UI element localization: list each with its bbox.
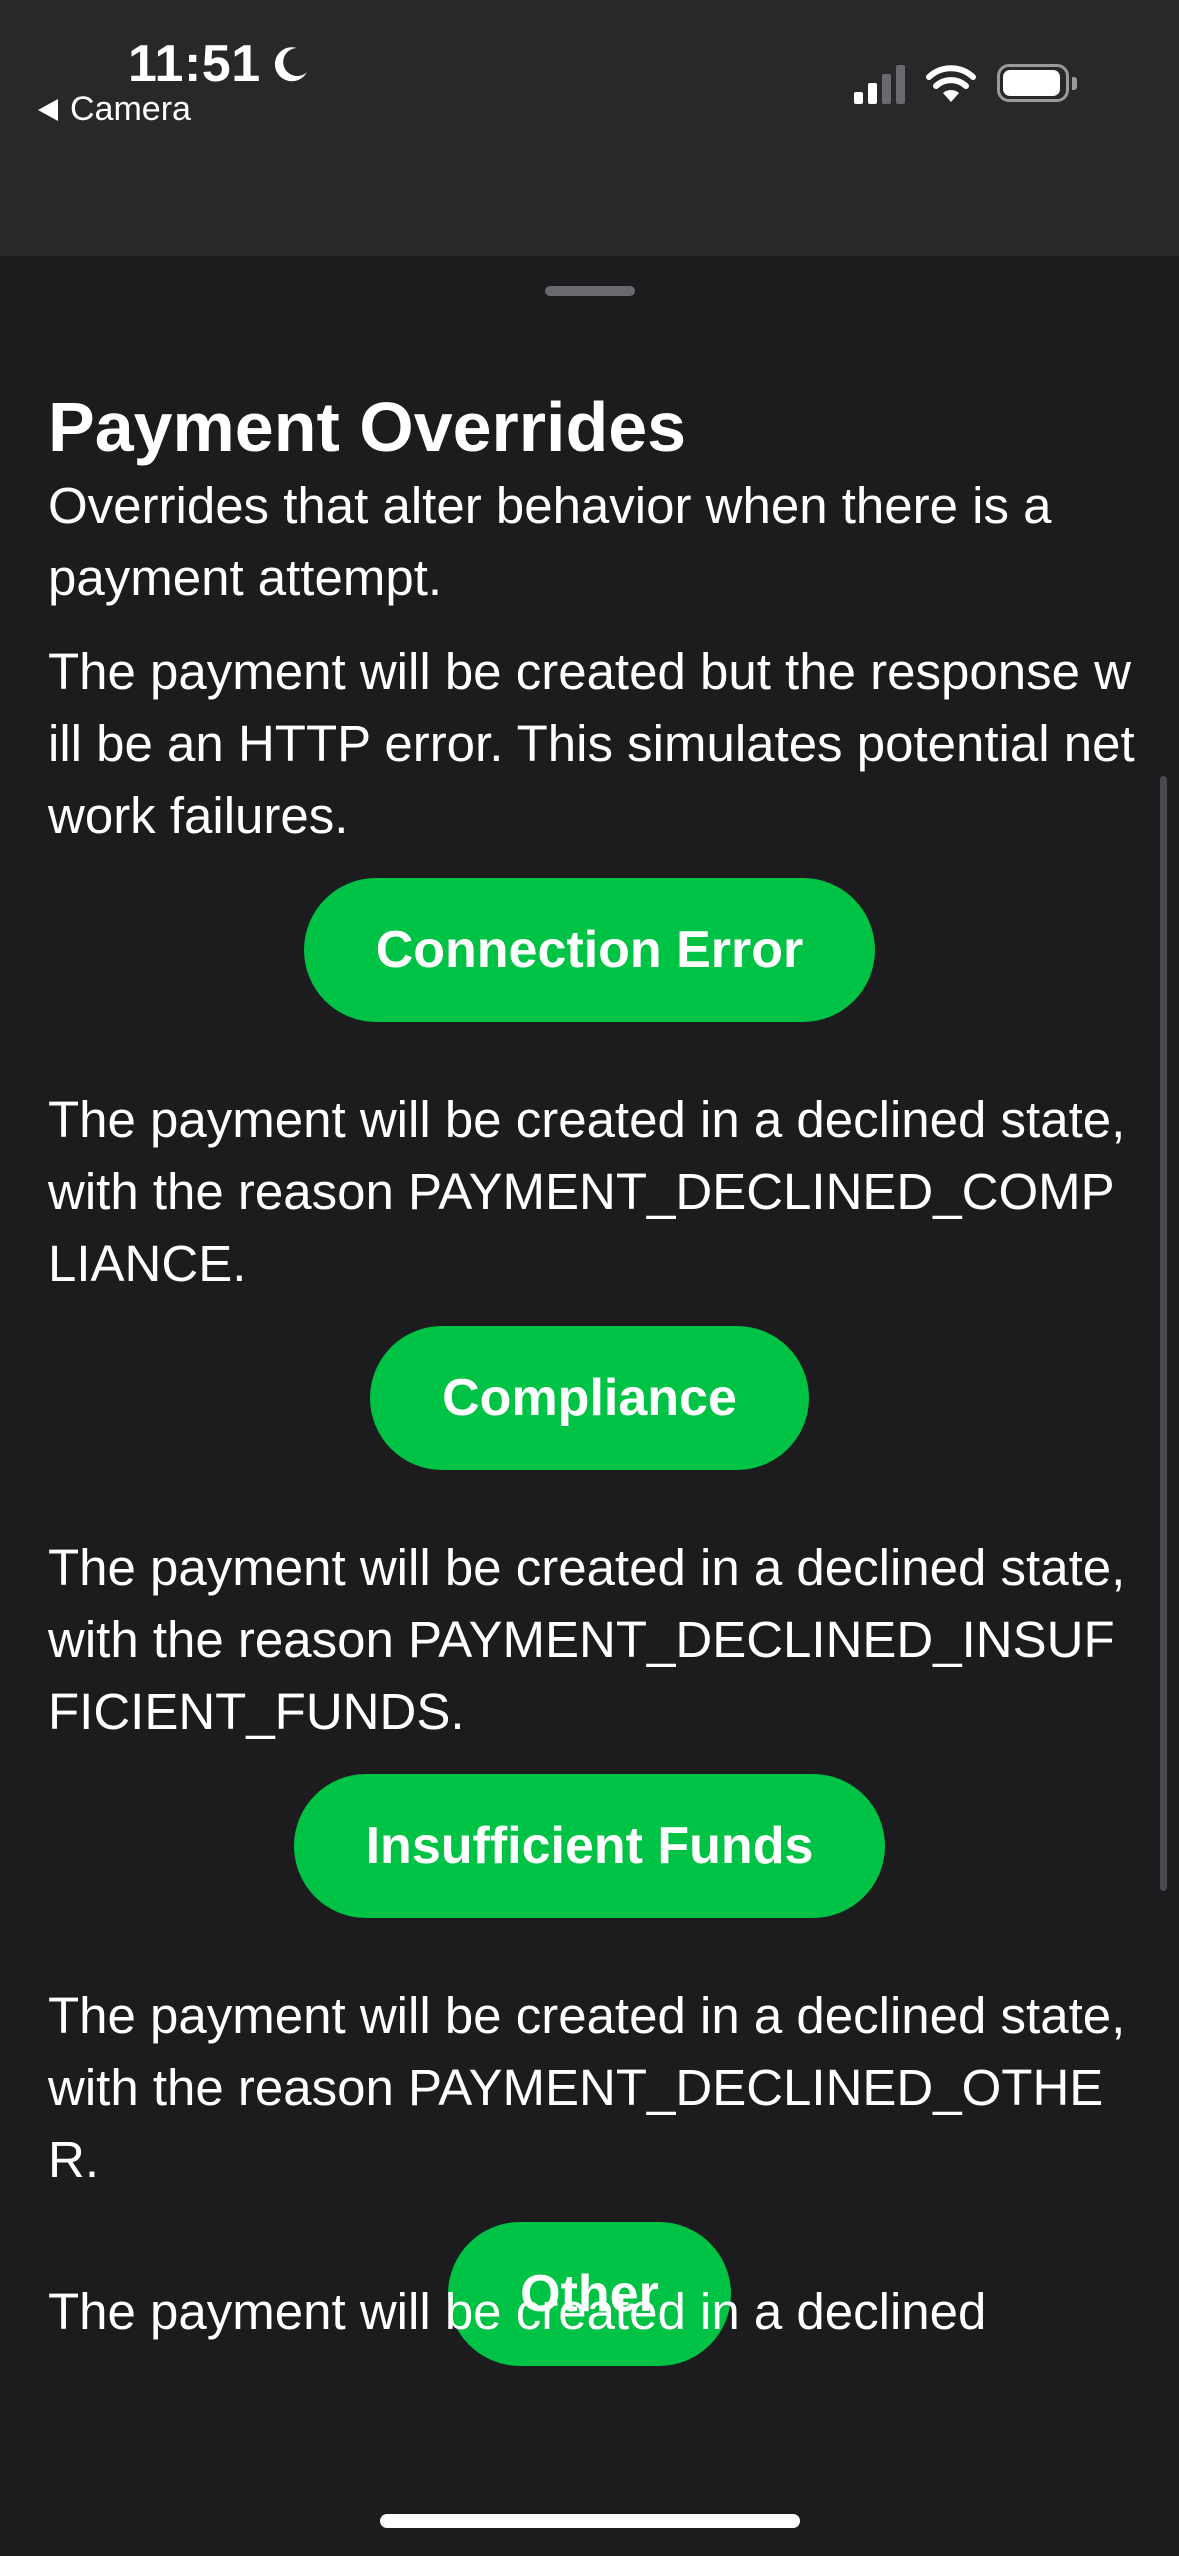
time-text: 11:51	[128, 35, 261, 93]
battery-icon	[997, 64, 1079, 104]
status-bar: 11:51 Camera	[0, 0, 1179, 256]
home-indicator[interactable]	[380, 2514, 800, 2528]
connection-error-button[interactable]: Connection Error	[303, 878, 876, 1022]
page-title: Payment Overrides	[48, 388, 687, 466]
scroll-indicator[interactable]	[1160, 776, 1167, 1891]
compliance-button-row: Compliance	[48, 1326, 1131, 1470]
other-description: The payment will be created in a decline…	[48, 1987, 1126, 2188]
page-subtitle: Overrides that alter behavior when there…	[48, 477, 1052, 606]
partial-next-description: The payment will be created in a decline…	[48, 2283, 987, 2340]
wifi-icon	[926, 65, 976, 102]
connection-error-description: The payment will be created but the resp…	[48, 643, 1135, 844]
sheet-content: Payment Overrides Overrides that alter b…	[48, 384, 1138, 2428]
status-icons	[854, 64, 1079, 104]
sheet-grabber-handle[interactable]	[545, 286, 635, 296]
connection-error-button-row: Connection Error	[48, 878, 1131, 1022]
insufficient-funds-button-row: Insufficient Funds	[48, 1774, 1131, 1918]
back-to-app-button[interactable]: Camera	[38, 90, 191, 129]
signal-bar	[854, 92, 863, 104]
signal-bar	[882, 74, 891, 104]
status-time: 11:51	[128, 34, 311, 94]
back-app-label: Camera	[70, 90, 191, 128]
payment-overrides-sheet: Payment Overrides Overrides that alter b…	[0, 256, 1179, 2556]
cellular-signal-icon	[854, 64, 905, 104]
signal-bar	[868, 83, 877, 104]
compliance-description: The payment will be created in a decline…	[48, 1091, 1126, 1292]
insufficient-funds-button[interactable]: Insufficient Funds	[293, 1774, 886, 1918]
back-arrow-icon	[38, 98, 58, 121]
moon-icon	[274, 47, 307, 82]
compliance-button[interactable]: Compliance	[370, 1326, 809, 1470]
insufficient-funds-description: The payment will be created in a decline…	[48, 1539, 1126, 1740]
signal-bar	[896, 65, 905, 104]
